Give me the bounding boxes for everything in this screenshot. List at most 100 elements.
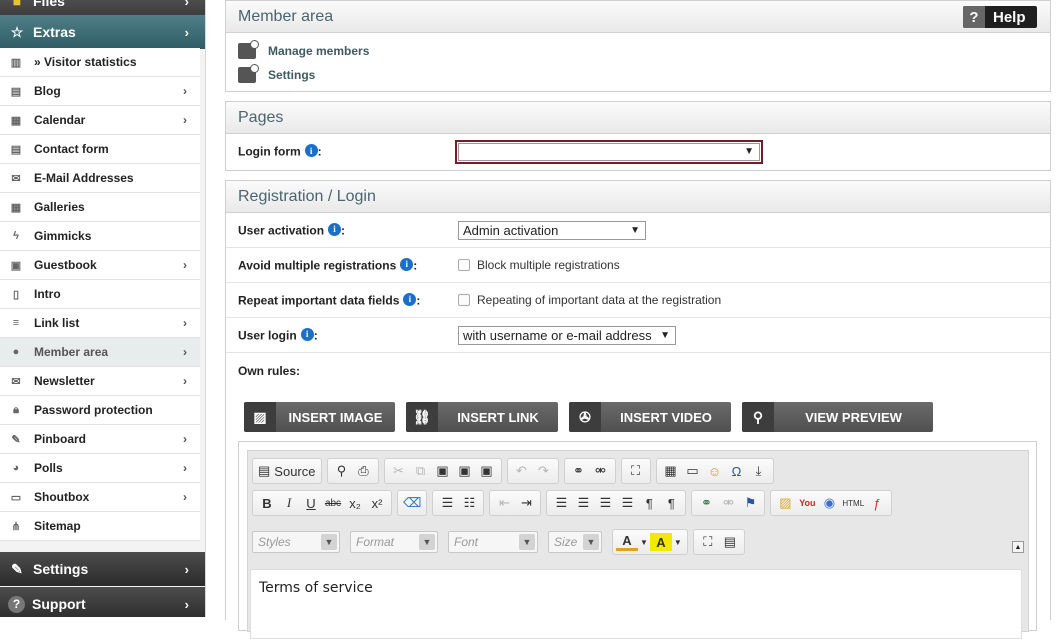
horizontal-rule-icon[interactable]: ▭ (682, 460, 704, 482)
avoid-multiple-checkbox[interactable] (458, 259, 470, 271)
anchor-flag-icon[interactable]: ⚑ (739, 492, 761, 514)
strikethrough-icon[interactable]: abc (322, 492, 344, 514)
collapse-toolbar-icon[interactable]: ▲ (1012, 541, 1024, 553)
align-right-icon[interactable]: ☰ (594, 492, 616, 514)
ltr-icon[interactable]: ¶ (638, 492, 660, 514)
indent-icon[interactable]: ⇥ (515, 492, 537, 514)
size-combo[interactable]: Size ▼ (548, 531, 602, 553)
preview-icon[interactable]: ⚲ (331, 460, 353, 482)
flash-icon[interactable]: ƒ (866, 492, 888, 514)
insert-link-button[interactable]: ⛓ INSERT LINK (406, 402, 558, 432)
editor-toolbar-row-1: ▤ Source ⚲ ⎙ ✂ ⧉ ▣ ▣ ▣ ↶ ↷ ⚭ ⚮ ⛶ ▦ ▭ ☺ Ω… (252, 458, 779, 484)
user-activation-select[interactable]: Admin activation ▼ (458, 220, 646, 240)
page-icon: ▯ (12, 288, 20, 301)
copy-icon[interactable]: ⧉ (410, 460, 432, 482)
chevron-down-icon[interactable]: ▼ (638, 531, 650, 553)
undo-icon[interactable]: ↶ (511, 460, 533, 482)
sidebar-item-link-list[interactable]: ≡ Link list › (0, 309, 200, 338)
replace-icon[interactable]: ⚮ (590, 460, 612, 482)
sidebar-section-support[interactable]: ? Support › (0, 587, 205, 617)
sidebar-item-galleries[interactable]: ▦ Galleries (0, 193, 200, 222)
sidebar-item-label: Newsletter (34, 374, 95, 388)
align-center-icon[interactable]: ☰ (572, 492, 594, 514)
font-combo[interactable]: Font ▼ (448, 531, 538, 553)
show-blocks-icon[interactable]: ▤ (719, 531, 741, 553)
member-area-title: Member area (226, 1, 1050, 33)
rtl-icon[interactable]: ¶ (660, 492, 682, 514)
sidebar-item-blog[interactable]: ▤ Blog › (0, 77, 200, 106)
youtube-icon[interactable]: You (796, 492, 818, 514)
html-icon[interactable]: HTML (840, 492, 866, 514)
select-all-icon[interactable]: ⛶ (625, 460, 647, 482)
italic-icon[interactable]: I (278, 492, 300, 514)
info-icon[interactable]: i (328, 222, 342, 236)
own-rules-row: Own rules: (226, 353, 1050, 388)
sidebar-item-shoutbox[interactable]: ▭ Shoutbox › (0, 483, 200, 512)
format-combo[interactable]: Format ▼ (350, 531, 438, 553)
sidebar-item-label: Intro (34, 287, 61, 301)
media-icon[interactable]: ◉ (818, 492, 840, 514)
editor-content-area[interactable]: Terms of service (250, 569, 1022, 639)
manage-members-link[interactable]: Manage members (226, 39, 1050, 63)
image-icon[interactable]: ▨ (774, 492, 796, 514)
view-preview-label: VIEW PREVIEW (805, 409, 902, 425)
sidebar-section-settings[interactable]: ✎ Settings › (0, 552, 205, 586)
paste-text-icon[interactable]: ▣ (454, 460, 476, 482)
repeat-fields-checkbox[interactable] (458, 294, 470, 306)
sidebar-item-intro[interactable]: ▯ Intro (0, 280, 200, 309)
styles-combo[interactable]: Styles ▼ (252, 531, 340, 553)
sidebar-item-gimmicks[interactable]: ϟ Gimmicks (0, 222, 200, 251)
sidebar-item-calendar[interactable]: ▦ Calendar › (0, 106, 200, 135)
bulleted-list-icon[interactable]: ☷ (458, 492, 480, 514)
sidebar-item-contact-form[interactable]: ▤ Contact form (0, 135, 200, 164)
chevron-down-icon[interactable]: ▼ (672, 531, 684, 553)
unlink-icon[interactable]: ⚮ (717, 492, 739, 514)
sidebar-item-email-addresses[interactable]: ✉ E-Mail Addresses (0, 164, 200, 193)
login-form-select[interactable]: ▼ (458, 142, 760, 161)
sidebar-item-pinboard[interactable]: ✎ Pinboard › (0, 425, 200, 454)
subscript-icon[interactable]: x₂ (344, 492, 366, 514)
insert-image-button[interactable]: ▨ INSERT IMAGE (244, 402, 395, 432)
insert-video-button[interactable]: ✇ INSERT VIDEO (569, 402, 731, 432)
sidebar-item-visitor-statistics[interactable]: ▥ » Visitor statistics (0, 48, 200, 77)
member-settings-link[interactable]: Settings (226, 63, 1050, 87)
sidebar-item-guestbook[interactable]: ▣ Guestbook › (0, 251, 200, 280)
background-color-icon[interactable]: A (649, 533, 672, 551)
help-button[interactable]: ? Help (963, 6, 1037, 28)
paste-icon[interactable]: ▣ (432, 460, 454, 482)
outdent-icon[interactable]: ⇤ (493, 492, 515, 514)
superscript-icon[interactable]: x² (366, 492, 388, 514)
link-icon[interactable]: ⚭ (695, 492, 717, 514)
bold-icon[interactable]: B (256, 492, 278, 514)
sidebar-item-polls[interactable]: ◕ Polls › (0, 454, 200, 483)
text-color-icon[interactable]: A (616, 533, 638, 551)
find-icon[interactable]: ⚭ (568, 460, 590, 482)
view-preview-button[interactable]: ⚲ VIEW PREVIEW (742, 402, 933, 432)
align-left-icon[interactable]: ☰ (550, 492, 572, 514)
sidebar-section-extras[interactable]: ☆ Extras › (0, 15, 205, 49)
align-justify-icon[interactable]: ☰ (616, 492, 638, 514)
info-icon[interactable]: i (300, 327, 314, 341)
special-char-icon[interactable]: Ω (726, 460, 748, 482)
sidebar-item-sitemap[interactable]: ⋔ Sitemap (0, 512, 200, 541)
pages-title: Pages (226, 102, 1050, 134)
print-icon[interactable]: ⎙ (353, 460, 375, 482)
maximize-icon[interactable]: ⛶ (697, 531, 719, 553)
page-break-icon[interactable]: ⤓ (748, 460, 770, 482)
sidebar-item-newsletter[interactable]: ✉ Newsletter › (0, 367, 200, 396)
remove-format-icon[interactable]: ⌫ (401, 492, 423, 514)
paste-word-icon[interactable]: ▣ (476, 460, 498, 482)
underline-icon[interactable]: U (300, 492, 322, 514)
sidebar-item-password-protection[interactable]: 🔒︎ Password protection (0, 396, 200, 425)
source-button[interactable]: ▤ Source (256, 460, 318, 482)
numbered-list-icon[interactable]: ☰ (436, 492, 458, 514)
table-icon[interactable]: ▦ (660, 460, 682, 482)
info-icon[interactable]: i (403, 292, 417, 306)
redo-icon[interactable]: ↷ (533, 460, 555, 482)
smiley-icon[interactable]: ☺ (704, 460, 726, 482)
info-icon[interactable]: i (400, 257, 414, 271)
sidebar-item-member-area[interactable]: ● Member area › (0, 338, 200, 367)
user-login-select[interactable]: with username or e-mail address ▼ (458, 325, 676, 345)
cut-icon[interactable]: ✂ (388, 460, 410, 482)
info-icon[interactable]: i (304, 144, 318, 158)
